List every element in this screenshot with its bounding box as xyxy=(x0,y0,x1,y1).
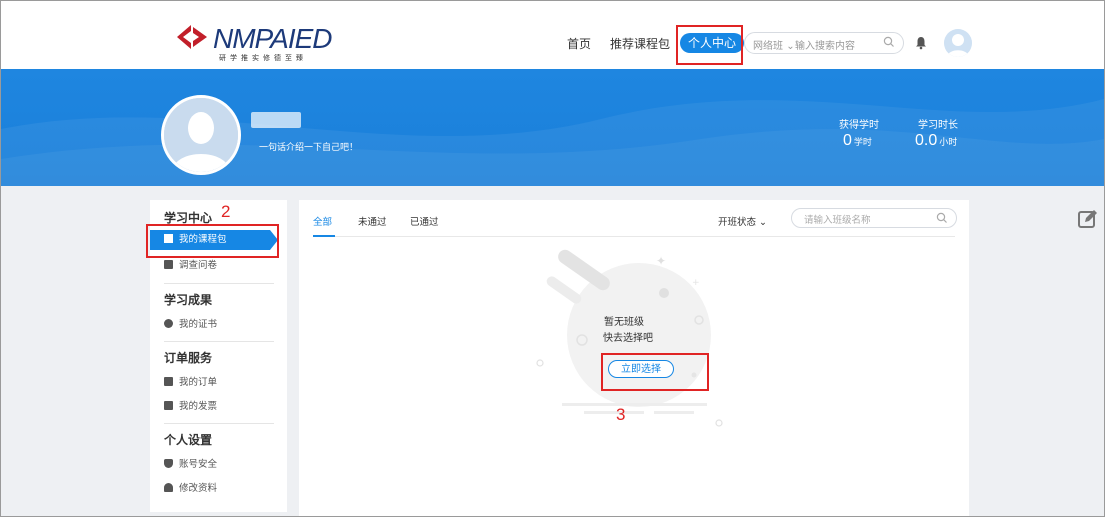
empty-title: 暂无班级 xyxy=(604,317,644,328)
avatar-icon xyxy=(944,29,972,57)
user-name-blurred xyxy=(251,112,301,128)
profile-banner: 一句话介绍一下自己吧！ 获得学时 0 学时 学习时长 0.0 小时 xyxy=(1,69,1104,186)
avatar-icon xyxy=(164,98,238,172)
shield-icon xyxy=(164,459,173,468)
survey-icon xyxy=(164,260,173,269)
stat-label-duration: 学习时长 xyxy=(918,120,958,131)
search-type-select[interactable]: 网络班 ⌄ xyxy=(753,37,795,52)
search-input[interactable]: 输入搜索内容 xyxy=(795,37,855,52)
invoice-icon xyxy=(164,401,173,410)
order-icon xyxy=(164,377,173,386)
tab-not-passed[interactable]: 未通过 xyxy=(358,214,387,228)
class-search[interactable]: 请输入班级名称 xyxy=(791,208,957,228)
certificate-icon xyxy=(164,319,173,328)
class-search-input[interactable]: 请输入班级名称 xyxy=(804,212,871,226)
logo-mark-icon xyxy=(177,25,207,49)
tabs-divider xyxy=(313,236,955,237)
divider xyxy=(164,341,274,342)
bell-icon[interactable] xyxy=(915,36,927,50)
sidebar-section-results: 学习成果 xyxy=(164,293,213,307)
profile-avatar[interactable] xyxy=(161,95,241,175)
tab-all[interactable]: 全部 xyxy=(313,214,332,228)
divider xyxy=(164,283,274,284)
class-status-dropdown[interactable]: 开班状态 ⌄ xyxy=(718,214,767,228)
chevron-down-icon: ⌄ xyxy=(759,217,768,228)
search-icon[interactable] xyxy=(883,36,895,48)
svg-text:✦: ✦ xyxy=(656,254,666,268)
sidebar-item-survey[interactable]: 调查问卷 xyxy=(164,258,217,274)
stat-label-hours: 获得学时 xyxy=(839,120,879,131)
edit-icon[interactable] xyxy=(1077,208,1099,230)
annotation-box-3 xyxy=(601,353,709,391)
user-icon xyxy=(164,483,173,492)
sidebar-section-orders: 订单服务 xyxy=(164,351,213,365)
nav-home[interactable]: 首页 xyxy=(567,35,591,52)
top-navbar: NMPAIED 研学推实修德至臻 首页 推荐课程包 个人中心 网络班 ⌄ 输入搜… xyxy=(1,1,1104,69)
sidebar-item-certificates[interactable]: 我的证书 xyxy=(164,317,217,333)
user-avatar[interactable] xyxy=(944,29,972,57)
user-intro[interactable]: 一句话介绍一下自己吧！ xyxy=(259,140,358,153)
annotation-label-2: 2 xyxy=(221,202,231,221)
logo[interactable]: NMPAIED 研学推实修德至臻 xyxy=(173,23,343,63)
nav-recommended[interactable]: 推荐课程包 xyxy=(610,35,670,52)
divider xyxy=(164,423,274,424)
tab-passed[interactable]: 已通过 xyxy=(410,214,439,228)
stat-value-hours: 0 学时 xyxy=(843,132,872,149)
sidebar-item-account-security[interactable]: 账号安全 xyxy=(164,457,217,473)
logo-brand: NMPAIED xyxy=(213,23,332,54)
sidebar-item-edit-profile[interactable]: 修改资料 xyxy=(164,481,217,497)
header-search[interactable]: 网络班 ⌄ 输入搜索内容 xyxy=(744,32,904,54)
logo-slogan: 研学推实修德至臻 xyxy=(219,54,307,62)
chevron-down-icon: ⌄ xyxy=(786,41,795,52)
svg-text:+: + xyxy=(692,278,700,288)
sidebar-section-settings: 个人设置 xyxy=(164,433,213,447)
sidebar-item-orders[interactable]: 我的订单 xyxy=(164,375,217,391)
app-window: NMPAIED 研学推实修德至臻 首页 推荐课程包 个人中心 网络班 ⌄ 输入搜… xyxy=(0,0,1105,517)
search-icon[interactable] xyxy=(936,212,948,224)
sidebar-item-invoices[interactable]: 我的发票 xyxy=(164,399,217,415)
annotation-label-3: 3 xyxy=(616,405,626,424)
stat-value-duration: 0.0 小时 xyxy=(915,132,958,149)
annotation-box-2 xyxy=(146,224,279,258)
annotation-box-1 xyxy=(676,25,743,65)
tab-active-indicator xyxy=(313,235,335,237)
empty-subtitle: 快去选择吧 xyxy=(603,333,653,344)
